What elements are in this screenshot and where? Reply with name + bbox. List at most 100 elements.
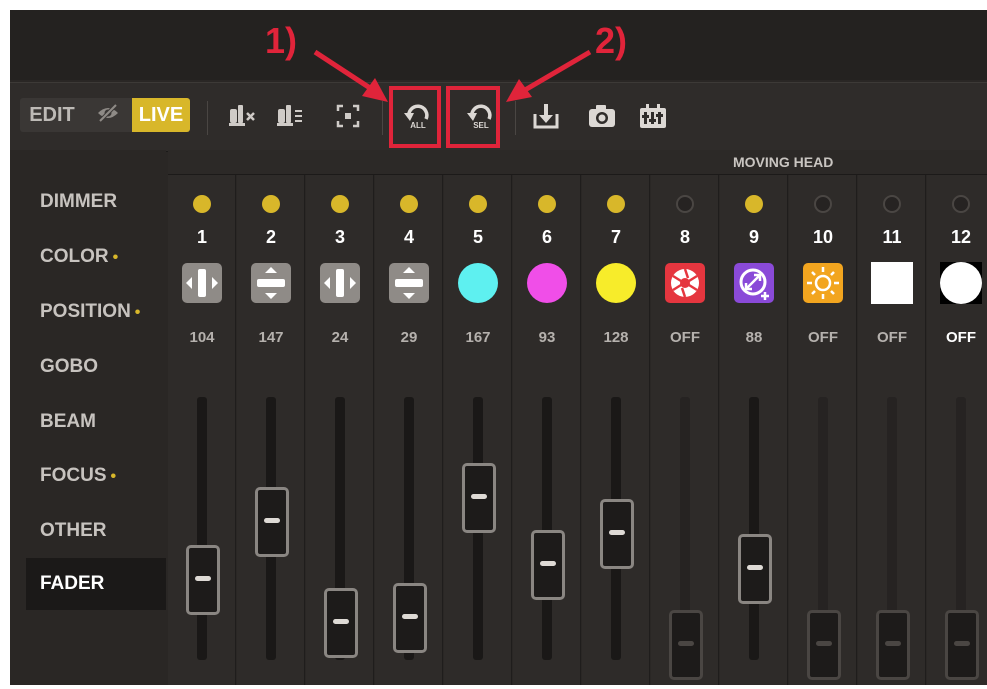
- channel-number: 10: [812, 227, 834, 247]
- active-dot: •: [112, 249, 119, 266]
- sidebar-item-gobo[interactable]: GOBO: [26, 341, 166, 393]
- fader-handle[interactable]: [531, 530, 565, 600]
- toolbar-divider: [382, 101, 383, 135]
- toolbar-divider: [515, 101, 516, 135]
- fader-handle[interactable]: [393, 583, 427, 653]
- channel-status-indicator: [262, 195, 280, 213]
- channel-value: 128: [603, 329, 629, 346]
- tilt-icon[interactable]: [388, 262, 430, 304]
- top-bar: [10, 10, 987, 80]
- sidebar-item-color[interactable]: COLOR •: [26, 231, 166, 283]
- fader-handle[interactable]: [600, 499, 634, 569]
- group-header-label: MOVING HEAD: [733, 154, 834, 170]
- channel-value: 104: [189, 329, 215, 346]
- sidebar-item-focus[interactable]: FOCUS •: [26, 450, 166, 502]
- active-dot: •: [110, 468, 117, 485]
- channel-number: 5: [472, 227, 483, 247]
- toolbar-divider: [207, 101, 208, 135]
- channel-status-indicator: [883, 195, 901, 213]
- clear-fixtures-button[interactable]: [224, 100, 260, 136]
- download-button[interactable]: [528, 100, 564, 136]
- channel-column: 4 29: [375, 175, 443, 685]
- fader-track[interactable]: [197, 397, 207, 660]
- callout-box-undo-all: [389, 86, 441, 148]
- fader-handle[interactable]: [945, 610, 979, 680]
- live-mode-button[interactable]: LIVE: [132, 98, 190, 132]
- channel-status-indicator: [331, 195, 349, 213]
- sidebar-item-dimmer[interactable]: DIMMER: [26, 176, 166, 228]
- color-magenta-icon[interactable]: [526, 262, 568, 304]
- channel-number: 1: [196, 227, 207, 247]
- channel-number: 4: [403, 227, 414, 247]
- pan-icon[interactable]: [319, 262, 361, 304]
- fader-handle[interactable]: [324, 588, 358, 658]
- fader-handle[interactable]: [462, 463, 496, 533]
- fader-track[interactable]: [749, 397, 759, 660]
- sidebar-item-beam[interactable]: BEAM: [26, 396, 166, 448]
- channel-number: 3: [334, 227, 345, 247]
- fader-handle[interactable]: [738, 534, 772, 604]
- channel-status-indicator: [607, 195, 625, 213]
- channel-value: 93: [538, 329, 556, 346]
- channel-value: 88: [745, 329, 763, 346]
- channel-status-indicator: [469, 195, 487, 213]
- sidebar-item-label: POSITION: [40, 301, 131, 322]
- fixtures-list-button[interactable]: [272, 100, 308, 136]
- callout-box-undo-selection: [446, 86, 500, 148]
- callout-label-1: 1): [265, 20, 298, 61]
- shutter-icon[interactable]: [664, 262, 706, 304]
- sidebar-item-label: FOCUS: [40, 465, 107, 486]
- channel-status-indicator: [400, 195, 418, 213]
- tilt-icon[interactable]: [250, 262, 292, 304]
- channel-value: 167: [465, 329, 491, 346]
- fader-handle[interactable]: [807, 610, 841, 680]
- channel-column: 3 24: [306, 175, 374, 685]
- color-yellow-icon[interactable]: [595, 262, 637, 304]
- channel-column: 2 147: [237, 175, 305, 685]
- fader-handle[interactable]: [186, 545, 220, 615]
- channel-value: OFF: [946, 329, 976, 346]
- sidebar-item-label: BEAM: [40, 411, 96, 432]
- channel-number: 9: [748, 227, 759, 247]
- channel-value: 29: [400, 329, 418, 346]
- channel-column: 11 OFF: [858, 175, 926, 685]
- channel-number: 7: [610, 227, 621, 247]
- sidebar-item-other[interactable]: OTHER: [26, 505, 166, 557]
- sun-icon[interactable]: [802, 262, 844, 304]
- clear-fixtures-icon: [227, 103, 257, 134]
- fader-handle[interactable]: [876, 610, 910, 680]
- attribute-sidebar: DIMMER COLOR • POSITION • GOBO BEAM FOCUS •…: [10, 150, 166, 685]
- fader-handle[interactable]: [669, 610, 703, 680]
- sidebar-item-fader[interactable]: FADER: [26, 558, 166, 610]
- edit-mode-button[interactable]: EDIT: [20, 98, 84, 132]
- channel-column: 9 88: [720, 175, 788, 685]
- mixer-icon: [638, 102, 668, 135]
- select-area-button[interactable]: [330, 100, 366, 136]
- fader-grid: MOVING HEAD 1 104 2 147 3 24 4 29 5 167 6 93 7 128 8 OF…: [168, 150, 987, 685]
- channel-column: 12 OFF: [927, 175, 987, 685]
- fixtures-list-icon: [275, 103, 305, 134]
- fader-track[interactable]: [542, 397, 552, 660]
- camera-button[interactable]: [584, 100, 620, 136]
- sidebar-item-label: GOBO: [40, 356, 99, 377]
- white-circle-icon[interactable]: [940, 262, 982, 304]
- fader-handle[interactable]: [255, 487, 289, 557]
- pan-icon[interactable]: [181, 262, 223, 304]
- zoom-icon[interactable]: [733, 262, 775, 304]
- channel-status-indicator: [538, 195, 556, 213]
- channel-value: OFF: [670, 329, 700, 346]
- select-area-icon: [335, 103, 361, 134]
- console-app: EDIT LIVE ALL SEL 1) 2) DIMMER COLOR • P…: [10, 10, 987, 685]
- channel-column: 10 OFF: [789, 175, 857, 685]
- camera-icon: [587, 103, 617, 134]
- color-cyan-icon[interactable]: [457, 262, 499, 304]
- channel-number: 12: [950, 227, 972, 247]
- white-square-icon[interactable]: [871, 262, 913, 304]
- blind-mode-button[interactable]: [84, 98, 132, 132]
- mixer-button[interactable]: [635, 100, 671, 136]
- sidebar-item-position[interactable]: POSITION •: [26, 286, 166, 338]
- sidebar-item-label: OTHER: [40, 520, 107, 541]
- sidebar-item-label: FADER: [40, 573, 105, 594]
- channel-number: 2: [265, 227, 276, 247]
- channel-column: 5 167: [444, 175, 512, 685]
